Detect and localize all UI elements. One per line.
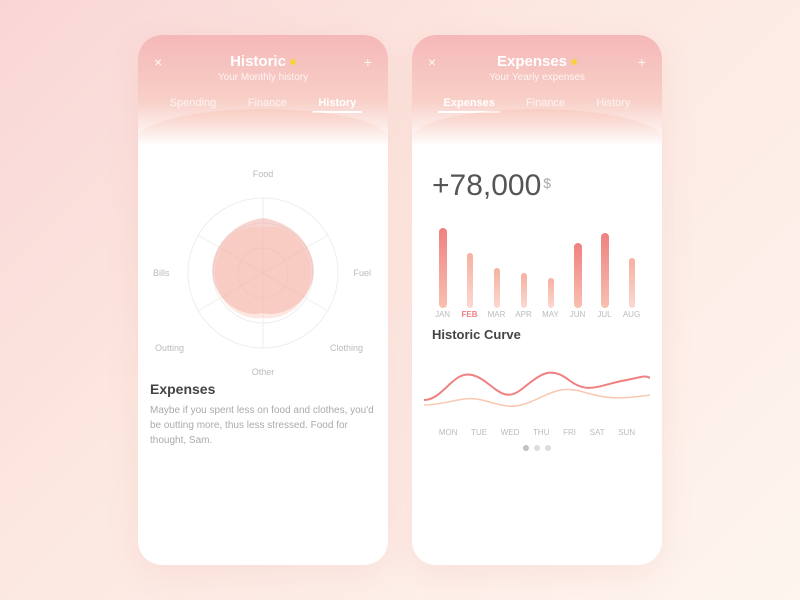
title-dot [290, 59, 296, 65]
expenses-title: Expenses [150, 381, 376, 397]
curve-svg [424, 350, 650, 420]
curve-label-thu: THU [533, 428, 549, 437]
dots-indicator [424, 445, 650, 451]
expenses-text: Maybe if you spent less on food and clot… [150, 403, 376, 448]
bar-jun-bar [574, 243, 582, 308]
historic-card: × Historic + Your Monthly history Spendi… [138, 35, 388, 565]
bar-apr: APR [513, 273, 534, 319]
tab-expenses[interactable]: Expenses [438, 93, 501, 113]
card1-title: Historic [230, 53, 296, 70]
card2-title-dot [571, 59, 577, 65]
curve-label-wed: WED [501, 428, 520, 437]
bar-jun-label: JUN [570, 310, 586, 319]
bar-mar-label: MAR [488, 310, 506, 319]
card2-header-top: × Expenses + [428, 53, 646, 70]
card1-close-icon[interactable]: × [154, 54, 162, 70]
bar-jan-label: JAN [435, 310, 450, 319]
bar-aug: AUG [621, 258, 642, 319]
curve-label-tue: TUE [471, 428, 487, 437]
bar-mar: MAR [486, 268, 507, 319]
bar-may-bar [548, 278, 554, 308]
tab-finance[interactable]: Finance [242, 93, 293, 113]
radar-chart: Food Fuel Clothing Other Outting Bills [163, 173, 363, 373]
bar-feb: FEB [459, 253, 480, 319]
curve-label-sun: SUN [618, 428, 635, 437]
card1-tabs: Spending Finance History [154, 93, 372, 117]
tab-spending[interactable]: Spending [164, 93, 223, 113]
bar-aug-bar [629, 258, 635, 308]
tab-finance2[interactable]: Finance [520, 93, 571, 113]
tab-history2[interactable]: History [590, 93, 636, 113]
bar-aug-label: AUG [623, 310, 640, 319]
card1-body: Food Fuel Clothing Other Outting Bills [138, 145, 388, 565]
label-other: Other [252, 367, 275, 377]
card2-tabs: Expenses Finance History [428, 93, 646, 117]
card2-body: +78,000 $ JAN FEB MAR APR [412, 145, 662, 565]
card2-add-icon[interactable]: + [638, 54, 646, 70]
card1-add-icon[interactable]: + [364, 54, 372, 70]
curve-labels: MON TUE WED THU FRI SAT SUN [424, 428, 650, 437]
expenses-card: × Expenses + Your Yearly expenses Expens… [412, 35, 662, 565]
curve-title: Historic Curve [432, 327, 642, 342]
curve-label-mon: MON [439, 428, 458, 437]
bar-may: MAY [540, 278, 561, 319]
bar-jun: JUN [567, 243, 588, 319]
bar-jan-bar [439, 228, 447, 308]
bar-feb-bar [467, 253, 473, 308]
tab-history[interactable]: History [312, 93, 362, 113]
card2-subtitle: Your Yearly expenses [428, 72, 646, 83]
card1-subtitle: Your Monthly history [154, 72, 372, 83]
card2-title: Expenses [497, 53, 577, 70]
label-bills: Bills [153, 268, 170, 278]
bar-jul: JUL [594, 233, 615, 319]
card1-header-top: × Historic + [154, 53, 372, 70]
dot-3[interactable] [545, 445, 551, 451]
curve-label-sat: SAT [590, 428, 605, 437]
amount-display: +78,000 $ [432, 169, 650, 203]
card1-header: × Historic + Your Monthly history Spendi… [138, 35, 388, 145]
label-fuel: Fuel [353, 268, 371, 278]
bar-jul-bar [601, 233, 609, 308]
label-food: Food [253, 169, 274, 179]
bar-jul-label: JUL [597, 310, 611, 319]
bar-may-label: MAY [542, 310, 559, 319]
dot-2[interactable] [534, 445, 540, 451]
bar-mar-bar [494, 268, 500, 308]
bar-jan: JAN [432, 228, 453, 319]
card2-header: × Expenses + Your Yearly expenses Expens… [412, 35, 662, 145]
bar-feb-label: FEB [462, 310, 478, 319]
curve-label-fri: FRI [563, 428, 576, 437]
curve-chart [424, 350, 650, 420]
label-outting: Outting [155, 343, 184, 353]
card2-close-icon[interactable]: × [428, 54, 436, 70]
bar-chart: JAN FEB MAR APR MAY [424, 219, 650, 319]
dot-1[interactable] [523, 445, 529, 451]
bar-apr-bar [521, 273, 527, 308]
bar-apr-label: APR [515, 310, 531, 319]
amount-unit: $ [543, 175, 551, 191]
label-clothing: Clothing [330, 343, 363, 353]
